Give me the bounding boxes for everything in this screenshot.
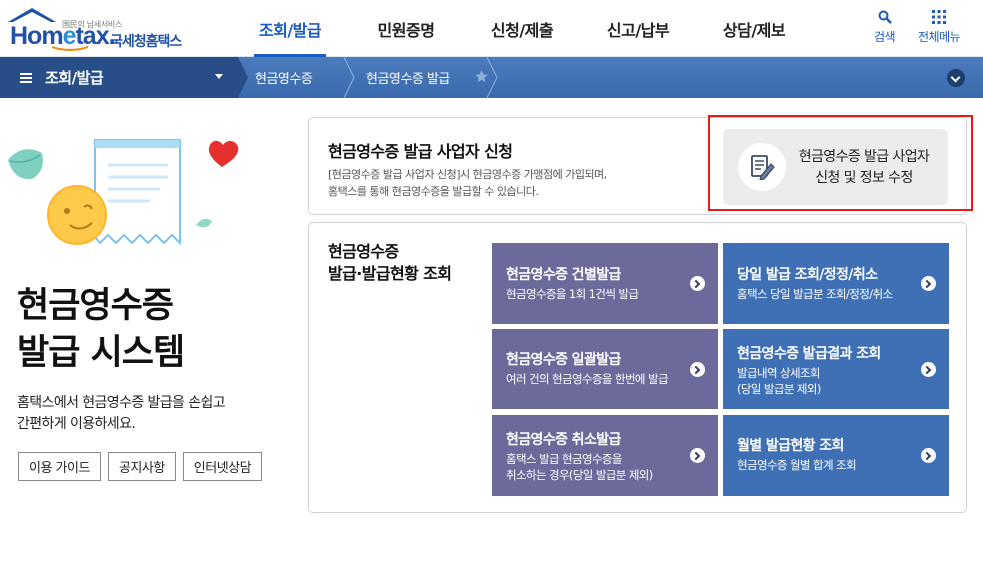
bulk-issue-tile[interactable]: 현금영수증 일괄발급 여러 건의 현금영수증을 한번에 발급 [492, 329, 718, 409]
main-navigation: 조회/발급 민원증명 신청/제출 신고/납부 상담/제보 [232, 0, 812, 57]
expand-chevron-icon[interactable] [947, 69, 965, 87]
tile-title: 현금영수증 취소발급 [506, 432, 621, 448]
cancel-issue-tile[interactable]: 현금영수증 취소발급 홈택스 발급 현금영수증을 취소하는 경우(당일 발급분 … [492, 415, 718, 496]
single-issue-tile[interactable]: 현금영수증 건별발급 현금영수증을 1회 1건씩 발급 [492, 243, 718, 324]
highlight-box [708, 115, 973, 211]
intro-button-group: 이용 가이드 공지사항 인터넷상담 [18, 452, 263, 481]
nav-item-consult[interactable]: 상담/제보 [696, 0, 812, 57]
nav-item-certificates[interactable]: 민원증명 [348, 0, 464, 57]
breadcrumb-separator-icon [343, 57, 355, 98]
location-menu-title: 조회/발급 [45, 69, 104, 87]
tile-title: 현금영수증 일괄발급 [506, 352, 621, 368]
arrow-circle-icon [690, 276, 705, 291]
tile-description: 홈택스 발급 현금영수증을 [506, 452, 622, 466]
tile-description: 여러 건의 현금영수증을 한번에 발급 [506, 372, 669, 386]
arrow-circle-icon [921, 276, 936, 291]
arrow-circle-icon [921, 448, 936, 463]
breadcrumb-separator-icon [238, 57, 248, 98]
hometax-logo[interactable]: 国民의 납세서비스 Hometax. 국세청홈택스 [6, 6, 196, 51]
tile-title: 월별 발급현황 조회 [737, 438, 844, 454]
breadcrumb-separator-icon [486, 57, 498, 98]
tile-title: 당일 발급 조회/정정/취소 [737, 267, 878, 283]
location-menu-dropdown[interactable]: 조회/발급 [0, 57, 238, 98]
tile-description-extra: 취소하는 경우(당일 발급분 제외) [506, 468, 653, 482]
arrow-circle-icon [690, 362, 705, 377]
caret-down-icon [215, 74, 223, 79]
logo-korean-name: 국세청홈택스 [110, 34, 182, 50]
guide-button[interactable]: 이용 가이드 [18, 452, 101, 481]
tile-description: 현금영수증을 1회 1건씩 발급 [506, 287, 639, 301]
search-button[interactable]: 검색 [874, 10, 896, 45]
search-label: 검색 [874, 30, 896, 44]
online-consult-button[interactable]: 인터넷상담 [182, 452, 263, 481]
tile-description: 현금영수증 월별 합계 조회 [737, 458, 857, 472]
tile-description-extra: (당일 발급분 제외) [737, 382, 821, 396]
tile-description: 발급내역 상세조회 [737, 366, 821, 380]
same-day-inquiry-tile[interactable]: 당일 발급 조회/정정/취소 홈택스 당일 발급분 조회/정정/취소 [723, 243, 949, 324]
registration-title: 현금영수증 발급 사업자 신청 [328, 142, 513, 161]
logo-swoosh-icon [52, 46, 88, 51]
top-header: 国民의 납세서비스 Hometax. 국세청홈택스 조회/발급 민원증명 신청/… [0, 0, 983, 57]
intro-description: 홈택스에서 현금영수증 발급을 손쉽고 간편하게 이용하세요. [17, 395, 226, 432]
hamburger-icon [20, 72, 32, 83]
monthly-status-tile[interactable]: 월별 발급현황 조회 현금영수증 월별 합계 조회 [723, 415, 949, 496]
arrow-circle-icon [921, 362, 936, 377]
nav-item-inquiry-issue[interactable]: 조회/발급 [232, 0, 348, 57]
nav-item-report-payment[interactable]: 신고/납부 [580, 0, 696, 57]
registration-description: [현금영수증 발급 사업자 신청]시 현금영수증 가맹점에 가입되며, 홈택스를… [328, 168, 607, 198]
search-icon [878, 10, 892, 24]
receipt-illustration [8, 139, 239, 246]
intro-title: 현금영수증 발급 시스템 [17, 286, 185, 373]
nav-item-application[interactable]: 신청/제출 [464, 0, 580, 57]
breadcrumb-cash-receipt[interactable]: 현금영수증 [255, 57, 313, 98]
all-menu-label: 전체메뉴 [918, 30, 961, 44]
tile-title: 현금영수증 발급결과 조회 [737, 346, 881, 362]
notice-button[interactable]: 공지사항 [107, 452, 176, 481]
tile-description: 홈택스 당일 발급분 조회/정정/취소 [737, 287, 893, 301]
tile-title: 현금영수증 건별발급 [506, 267, 621, 283]
all-menu-button[interactable]: 전체메뉴 [918, 10, 961, 45]
issuance-title: 현금영수증 발급·발급현황 조회 [328, 242, 452, 283]
location-bar: 조회/발급 현금영수증 현금영수증 발급 [0, 57, 983, 98]
arrow-circle-icon [690, 448, 705, 463]
breadcrumb-cash-receipt-issue[interactable]: 현금영수증 발급 [366, 57, 450, 98]
issue-result-inquiry-tile[interactable]: 현금영수증 발급결과 조회 발급내역 상세조회 (당일 발급분 제외) [723, 329, 949, 409]
grid-menu-icon [932, 10, 947, 24]
